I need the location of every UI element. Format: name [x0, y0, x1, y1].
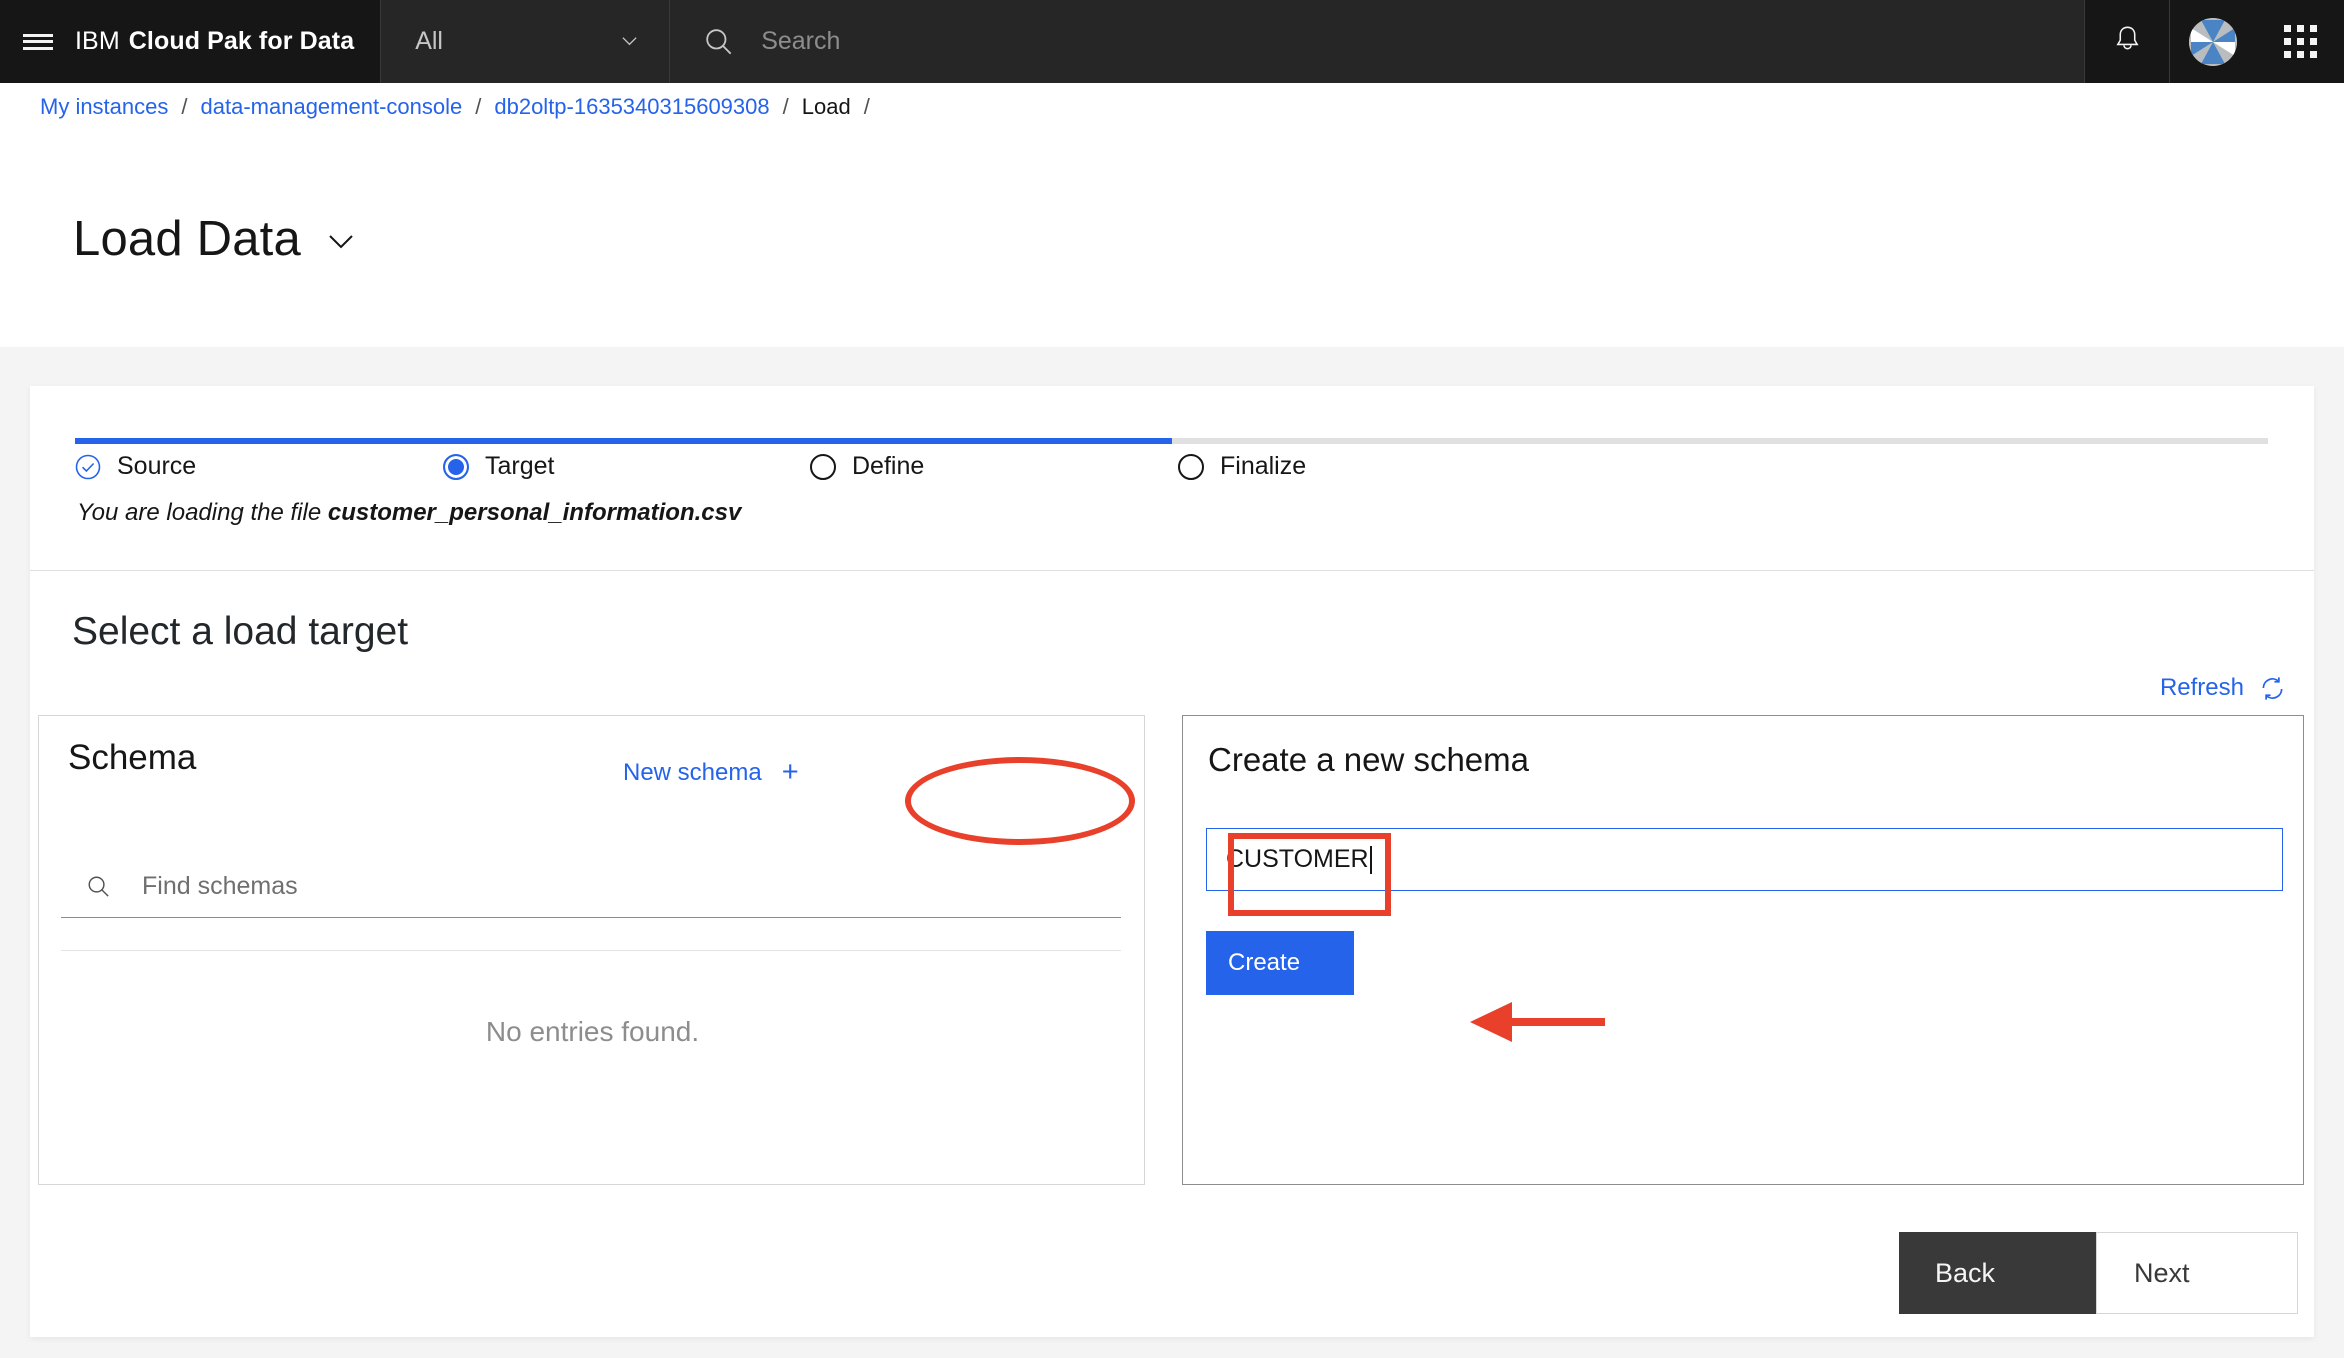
step-define[interactable]: Define — [810, 452, 924, 481]
breadcrumb-separator: / — [863, 94, 870, 119]
create-schema-panel: Create a new schema CUSTOMER Create — [1182, 715, 2304, 1185]
breadcrumb-item-load: Load — [801, 94, 851, 119]
hamburger-menu-icon[interactable] — [0, 0, 75, 83]
app-switcher-button[interactable] — [2256, 0, 2344, 83]
search-input[interactable]: Search — [761, 27, 840, 56]
new-schema-button[interactable]: New schema + — [623, 758, 799, 787]
loading-file-note: You are loading the file customer_person… — [77, 499, 741, 527]
load-data-card: Source Target Define Finalize You are lo… — [30, 386, 2314, 1337]
radio-empty-icon — [1178, 453, 1204, 480]
empty-state-message: No entries found. — [485, 1016, 700, 1047]
schema-panel-title: Schema — [68, 738, 197, 777]
schema-name-value: CUSTOMER — [1226, 845, 1369, 873]
create-schema-title: Create a new schema — [1208, 741, 1529, 778]
text-cursor — [1369, 845, 1372, 874]
schema-search-input[interactable]: Find schemas — [142, 872, 298, 901]
breadcrumb-separator: / — [181, 94, 188, 119]
refresh-label: Refresh — [2159, 674, 2244, 701]
step-target[interactable]: Target — [443, 452, 554, 481]
progress-fill — [75, 438, 1172, 444]
next-button[interactable]: Next — [2096, 1232, 2298, 1314]
schema-name-input[interactable]: CUSTOMER — [1206, 828, 2283, 891]
step-finalize-label: Finalize — [1220, 452, 1307, 480]
section-title: Select a load target — [72, 610, 409, 653]
global-header: IBM Cloud Pak for Data All Search — [0, 0, 2344, 83]
search-icon — [85, 873, 112, 900]
global-search[interactable]: Search — [670, 0, 2084, 83]
breadcrumb-item-my-instances[interactable]: My instances — [40, 94, 168, 120]
avatar — [2189, 17, 2237, 66]
search-scope-value: All — [415, 27, 443, 55]
create-schema-button[interactable]: Create — [1206, 931, 1354, 995]
search-scope-select[interactable]: All — [380, 0, 671, 83]
refresh-icon — [2259, 675, 2286, 702]
loading-file-name: customer_personal_information.csv — [327, 499, 742, 526]
user-profile-button[interactable] — [2169, 0, 2256, 83]
refresh-button[interactable]: Refresh — [2160, 674, 2286, 702]
schema-list-divider — [61, 950, 1121, 951]
plus-icon: + — [781, 756, 799, 788]
radio-empty-icon — [810, 453, 836, 480]
app-grid-icon — [2283, 25, 2317, 58]
step-define-label: Define — [852, 452, 925, 480]
hamburger-bar — [22, 33, 53, 37]
bell-icon — [2111, 23, 2144, 61]
schema-panel: Schema New schema + Find schemas No entr… — [38, 715, 1145, 1185]
breadcrumb-item-db2oltp-instance[interactable]: db2oltp-1635340315609308 — [494, 94, 769, 120]
hamburger-bar — [22, 40, 53, 43]
brand-name: Cloud Pak for Data — [128, 27, 355, 55]
breadcrumb: My instances / data-management-console /… — [0, 83, 2344, 131]
page-header: Load Data — [0, 131, 2344, 347]
breadcrumb-separator: / — [782, 94, 789, 119]
chevron-down-icon[interactable] — [326, 232, 356, 256]
back-button[interactable]: Back — [1899, 1232, 2096, 1314]
step-finalize[interactable]: Finalize — [1178, 452, 1306, 481]
step-source-label: Source — [117, 452, 197, 480]
brand-prefix: IBM — [75, 27, 120, 55]
check-circle-icon — [75, 454, 101, 480]
radio-filled-icon — [443, 453, 469, 480]
schema-search-field[interactable]: Find schemas — [61, 856, 1121, 918]
breadcrumb-separator: / — [475, 94, 482, 119]
progress-stepper: Source Target Define Finalize You are lo… — [30, 386, 2314, 571]
breadcrumb-item-data-management-console[interactable]: data-management-console — [201, 94, 463, 120]
step-source[interactable]: Source — [75, 452, 196, 481]
search-icon — [702, 25, 736, 59]
chevron-down-icon — [620, 32, 639, 51]
hamburger-bar — [22, 46, 53, 50]
progress-track — [75, 438, 2268, 444]
step-target-label: Target — [485, 452, 555, 480]
brand-title[interactable]: IBM Cloud Pak for Data — [75, 0, 380, 83]
loading-file-prefix: You are loading the file — [77, 499, 328, 526]
new-schema-label: New schema — [623, 758, 762, 786]
notifications-button[interactable] — [2084, 0, 2169, 83]
page-title: Load Data — [73, 212, 301, 266]
